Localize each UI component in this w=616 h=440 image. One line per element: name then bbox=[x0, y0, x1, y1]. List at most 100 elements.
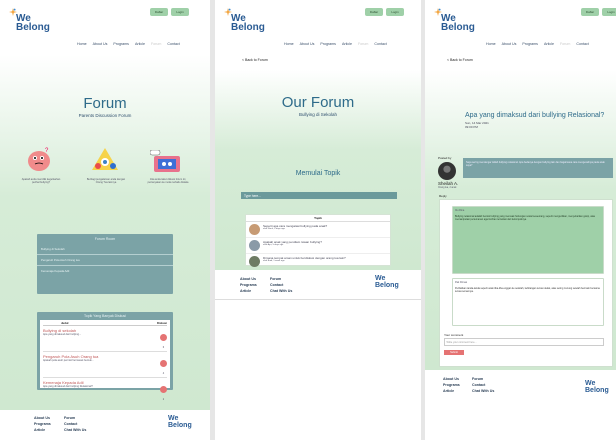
box-monster-illustration bbox=[150, 150, 180, 172]
back-to-forum-link[interactable]: < Back to Forum bbox=[242, 58, 268, 62]
forum-room-card: Forum Room Bullying di Sekolah Pengaruh … bbox=[37, 234, 173, 294]
login-button[interactable]: Login bbox=[171, 8, 189, 16]
we-belong-logo[interactable]: We Belong bbox=[433, 8, 475, 38]
logo-text-belong: Belong bbox=[16, 22, 50, 33]
nav-programs[interactable]: Programs bbox=[522, 42, 538, 46]
col-title-header: Judul bbox=[61, 321, 69, 325]
monster-caption-3: Jika anda takut diskusi forum ini, perta… bbox=[147, 178, 189, 184]
reply-text: Perhatikan tanda-tanda seperti anak tiba… bbox=[455, 287, 600, 293]
footer-link[interactable]: Article bbox=[34, 427, 51, 433]
submit-button[interactable]: Submit bbox=[444, 350, 464, 355]
topic-count: 4 bbox=[162, 372, 165, 375]
footer-link[interactable]: Chat With Us bbox=[64, 427, 86, 433]
forum-room-title: Forum Room bbox=[94, 237, 116, 241]
topic-count: 2 bbox=[162, 398, 165, 401]
nav-article[interactable]: Article bbox=[544, 42, 554, 46]
forum-topic-page: We Belong Daftar Login Home About Us Prog… bbox=[215, 0, 421, 440]
nav-forum[interactable]: Forum bbox=[151, 42, 161, 46]
face-icon bbox=[160, 386, 167, 393]
login-button[interactable]: Login bbox=[386, 8, 404, 16]
login-button[interactable]: Login bbox=[602, 8, 616, 16]
footer: About Us Programs Article Forum Contact … bbox=[0, 410, 210, 440]
footer-logo-we: We bbox=[585, 380, 596, 387]
footer-logo: We Belong bbox=[375, 275, 399, 289]
reply-card: Ibu Rina Bullying relasional adalah bent… bbox=[452, 206, 604, 274]
comment-input[interactable]: Write your comment here... bbox=[444, 338, 604, 346]
table-row[interactable]: Kemenaja Kepada Adil Apa yang dimaksud da… bbox=[43, 378, 167, 403]
face-icon bbox=[160, 360, 167, 367]
footer-logo-belong: Belong bbox=[585, 387, 609, 394]
nav-home[interactable]: Home bbox=[284, 42, 294, 46]
topic-meta: oleh Budi, 1 week ago bbox=[263, 260, 285, 262]
popular-topics-card: Topik Yang Banyak Diskusi Judul Diskusi … bbox=[37, 312, 173, 401]
nav-contact[interactable]: Contact bbox=[167, 42, 179, 46]
list-item[interactable]: Apakah anak yang pendiam rawan bullying?… bbox=[246, 238, 390, 254]
forum-room-item[interactable]: Pengaruh Pola Asuh Orang tua bbox=[37, 255, 173, 266]
back-to-forum-link[interactable]: < Back to Forum bbox=[447, 58, 473, 62]
question-text: Saya sering mendengar istilah bullying r… bbox=[463, 158, 613, 178]
forum-thread-page: We Belong Daftar Login Home About Us Prog… bbox=[425, 0, 616, 440]
start-topic-heading: Memulai Topik bbox=[295, 170, 341, 177]
author-avatar bbox=[438, 162, 456, 180]
nav-about[interactable]: About Us bbox=[93, 42, 108, 46]
register-button[interactable]: Daftar bbox=[365, 8, 383, 16]
logo-text-belong: Belong bbox=[441, 22, 475, 33]
svg-text:?: ? bbox=[45, 148, 49, 154]
nav-article[interactable]: Article bbox=[342, 42, 352, 46]
nav-forum[interactable]: Forum bbox=[358, 42, 368, 46]
avatar bbox=[249, 240, 260, 251]
topic-list-header: Topik bbox=[246, 215, 390, 222]
footer: About Us Programs Article Forum Contact … bbox=[425, 370, 616, 440]
reply-label: Reply bbox=[439, 194, 447, 198]
footer-link[interactable]: Chat With Us bbox=[270, 288, 292, 294]
topic-list: Topik Seperti apa cara mengatasi bullyin… bbox=[245, 214, 391, 269]
page-title: Forum bbox=[83, 95, 127, 112]
we-belong-logo[interactable]: We Belong bbox=[223, 8, 265, 38]
topic-count: 6 bbox=[162, 346, 165, 349]
reply-author: Pak Dimas bbox=[455, 281, 468, 284]
footer-link[interactable]: Article bbox=[443, 388, 460, 394]
register-button[interactable]: Daftar bbox=[150, 8, 168, 16]
footer-logo-belong: Belong bbox=[375, 282, 399, 289]
topic-input[interactable]: Type here... bbox=[241, 192, 397, 199]
monster-caption-2: Berbagi pengalaman anda dengan Orang Tua… bbox=[86, 178, 126, 184]
logo-text-belong: Belong bbox=[231, 22, 265, 33]
nav-article[interactable]: Article bbox=[135, 42, 145, 46]
comment-label: Your comment bbox=[444, 333, 464, 337]
register-button[interactable]: Daftar bbox=[581, 8, 599, 16]
footer-link[interactable]: Article bbox=[240, 288, 257, 294]
footer-logo-belong: Belong bbox=[168, 422, 192, 429]
table-row[interactable]: Pengaruh Pola Asuh Orang tua Apakah pola … bbox=[43, 352, 167, 378]
thread-time: 09:00 PM bbox=[465, 125, 478, 129]
forum-room-item[interactable]: Kemenaja Kepada Adil bbox=[37, 266, 173, 276]
author-meta: Orang tua, 2 anak bbox=[438, 187, 457, 189]
nav-forum[interactable]: Forum bbox=[560, 42, 570, 46]
footer-logo-we: We bbox=[375, 275, 386, 282]
we-belong-logo[interactable]: We Belong bbox=[8, 8, 50, 38]
list-item[interactable]: Dimana tempat aman untuk berdiskusi deng… bbox=[246, 254, 390, 269]
nav-contact[interactable]: Contact bbox=[374, 42, 386, 46]
triangle-monster-illustration bbox=[92, 148, 118, 170]
popular-topics-title: Topik Yang Banyak Diskusi bbox=[84, 314, 126, 318]
avatar bbox=[249, 224, 260, 235]
nav-contact[interactable]: Contact bbox=[576, 42, 588, 46]
reply-author: Ibu Rina bbox=[455, 209, 465, 212]
list-item[interactable]: Seperti apa cara mengatasi bullying pada… bbox=[246, 222, 390, 238]
topic-meta: Apa yang dimaksud dari bullying Relasion… bbox=[43, 385, 93, 388]
page-title: Our Forum bbox=[281, 94, 355, 111]
reply-text: Bullying relasional adalah bentuk bullyi… bbox=[455, 215, 596, 221]
footer-link[interactable]: Chat With Us bbox=[472, 388, 494, 394]
forum-home-page: We Belong Daftar Login Home About Us Prog… bbox=[0, 0, 210, 440]
nav-programs[interactable]: Programs bbox=[113, 42, 129, 46]
forum-room-item[interactable]: Bullying di Sekolah bbox=[37, 244, 173, 255]
nav-about[interactable]: About Us bbox=[300, 42, 315, 46]
nav-programs[interactable]: Programs bbox=[320, 42, 336, 46]
topic-meta: Apa yang dimaksud dari bullying... bbox=[43, 333, 82, 336]
topic-meta: oleh Nurul, 3 days ago bbox=[263, 228, 285, 230]
nav-home[interactable]: Home bbox=[486, 42, 496, 46]
table-row[interactable]: Bullying di sekolah Apa yang dimaksud dar… bbox=[43, 326, 167, 352]
page-subtitle: Parents Discussion Forum bbox=[78, 113, 132, 118]
nav-home[interactable]: Home bbox=[77, 42, 87, 46]
nav-about[interactable]: About Us bbox=[502, 42, 517, 46]
page-subtitle: Bullying di Sekolah bbox=[298, 112, 338, 117]
